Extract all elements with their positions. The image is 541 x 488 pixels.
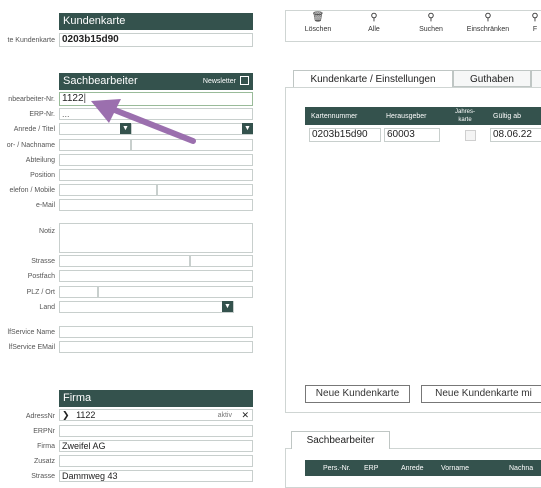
newsletter-checkbox[interactable] <box>240 76 249 85</box>
aktiv-status: aktiv <box>217 412 232 419</box>
col-pers-nr: Pers.-Nr. <box>323 465 351 472</box>
land-dropdown-icon[interactable]: ▼ <box>222 301 233 312</box>
notiz-textarea[interactable] <box>59 223 253 253</box>
toolbar-suchen-button[interactable]: ⚲ Suchen <box>406 12 456 33</box>
email-input[interactable] <box>59 199 253 211</box>
col-erp: ERP <box>364 465 379 472</box>
label-notiz: Notiz <box>39 228 55 235</box>
col-herausgeber: Herausgeber <box>386 113 427 120</box>
abteilung-input[interactable] <box>59 154 253 166</box>
col-vorname: Vorname <box>441 465 470 472</box>
neue-kundenkarte-mit-button[interactable]: Neue Kundenkarte mi <box>421 385 541 403</box>
label-zusatz: Zusatz <box>33 458 55 465</box>
col-jahreskarte: Jahres- karte <box>455 109 476 123</box>
sachbearbeiter-nr-value: 1122 <box>62 93 84 104</box>
land-select[interactable] <box>59 301 234 313</box>
close-icon[interactable]: ✕ <box>241 410 249 420</box>
search-icon: ⚲ <box>370 12 378 23</box>
toolbar-loeschen-button[interactable]: 🗑 Löschen <box>293 12 343 33</box>
strasse-input[interactable] <box>59 255 190 267</box>
toolbar-einschraenken-label: Einschränken <box>466 26 510 33</box>
label-abteilung: Abteilung <box>25 157 55 164</box>
annotation-arrow <box>91 99 196 144</box>
position-input[interactable] <box>59 169 253 181</box>
firma-strasse-field[interactable]: Dammweg 43 <box>59 470 253 482</box>
sachbearbeiter-title: Sachbearbeiter <box>63 75 138 87</box>
label-erpnr: ERPNr <box>33 428 55 435</box>
kundenkarte-header: Kundenkarte <box>59 13 253 30</box>
selfservice-email-input[interactable] <box>59 341 253 353</box>
kartennummer-cell[interactable]: 0203b15d90 <box>309 128 381 142</box>
telefon-input[interactable] <box>59 184 157 196</box>
ort-input[interactable] <box>98 286 253 298</box>
col-gueltig-ab: Gültig ab <box>493 113 522 120</box>
postfach-input[interactable] <box>59 270 253 282</box>
titel-dropdown-icon[interactable]: ▼ <box>242 123 253 134</box>
sachbearbeiter-header: Sachbearbeiter Newsletter <box>59 73 253 90</box>
erpnr-field[interactable] <box>59 425 253 437</box>
herausgeber-cell[interactable]: 60003 <box>384 128 440 142</box>
kundenkarte-field[interactable]: 0203b15d90 <box>59 33 253 47</box>
search-icon: ⚲ <box>427 12 435 23</box>
toolbar-alle-button[interactable]: ⚲ Alle <box>349 12 399 33</box>
label-position: Position <box>30 172 55 179</box>
label-name: or- / Nachname <box>6 142 55 149</box>
toolbar-f-label: F <box>532 26 538 33</box>
neue-kundenkarte-button[interactable]: Neue Kundenkarte <box>305 385 410 403</box>
toolbar-einschraenken-button[interactable]: ⚲ Einschränken <box>463 12 513 33</box>
toolbar-f-button[interactable]: ⚲ F <box>515 12 541 33</box>
plz-input[interactable] <box>59 286 98 298</box>
label-firma-strasse: Strasse <box>31 473 55 480</box>
chevron-right-icon[interactable]: ❯ <box>62 410 70 420</box>
label-adressnr: AdressNr <box>25 413 55 420</box>
adressnr-field[interactable]: ❯ 1122 aktiv ✕ <box>59 409 253 421</box>
label-selfservice-email: lfService EMail <box>8 344 55 351</box>
tab-guthaben[interactable]: Guthaben <box>453 70 531 87</box>
search-icon: ⚲ <box>531 12 539 23</box>
firma-header: Firma <box>59 390 253 407</box>
label-firma: Firma <box>37 443 55 450</box>
newsletter-label: Newsletter <box>202 78 236 85</box>
label-sachbearbeiter-nr: nbearbeiter-Nr. <box>8 96 55 103</box>
trash-icon: 🗑 <box>311 12 325 23</box>
label-email: e-Mail <box>35 202 55 209</box>
label-telefon: elefon / Mobile <box>9 187 55 194</box>
col-nachname: Nachna <box>509 465 534 472</box>
label-land: Land <box>39 304 55 311</box>
toolbar-loeschen-label: Löschen <box>304 26 332 33</box>
label-strasse: Strasse <box>31 258 55 265</box>
gueltig-ab-cell[interactable]: 08.06.22 <box>490 128 541 142</box>
toolbar-suchen-label: Suchen <box>419 26 443 33</box>
label-anrede: Anrede / Titel <box>13 126 55 133</box>
search-icon: ⚲ <box>484 12 492 23</box>
label-erp-nr: ERP-Nr. <box>29 111 55 118</box>
tab-kundenkarte-einstellungen[interactable]: Kundenkarte / Einstellungen <box>293 70 453 88</box>
label-selfservice-name: lfService Name <box>7 329 55 336</box>
label-plz-ort: PLZ / Ort <box>26 289 55 296</box>
col-anrede: Anrede <box>401 465 424 472</box>
hausnummer-input[interactable] <box>190 255 253 267</box>
zusatz-field[interactable] <box>59 455 253 467</box>
firma-field[interactable]: Zweifel AG <box>59 440 253 452</box>
jahreskarte-checkbox[interactable] <box>465 130 476 141</box>
adressnr-value: 1122 <box>76 410 96 420</box>
tab-sachbearbeiter[interactable]: Sachbearbeiter <box>291 431 390 449</box>
label-postfach: Postfach <box>27 273 55 280</box>
col-kartennummer: Kartennummer <box>311 113 358 120</box>
kundenkarte-label: te Kundenkarte <box>7 37 55 44</box>
toolbar-alle-label: Alle <box>368 26 380 33</box>
selfservice-name-input[interactable] <box>59 326 253 338</box>
mobile-input[interactable] <box>157 184 253 196</box>
